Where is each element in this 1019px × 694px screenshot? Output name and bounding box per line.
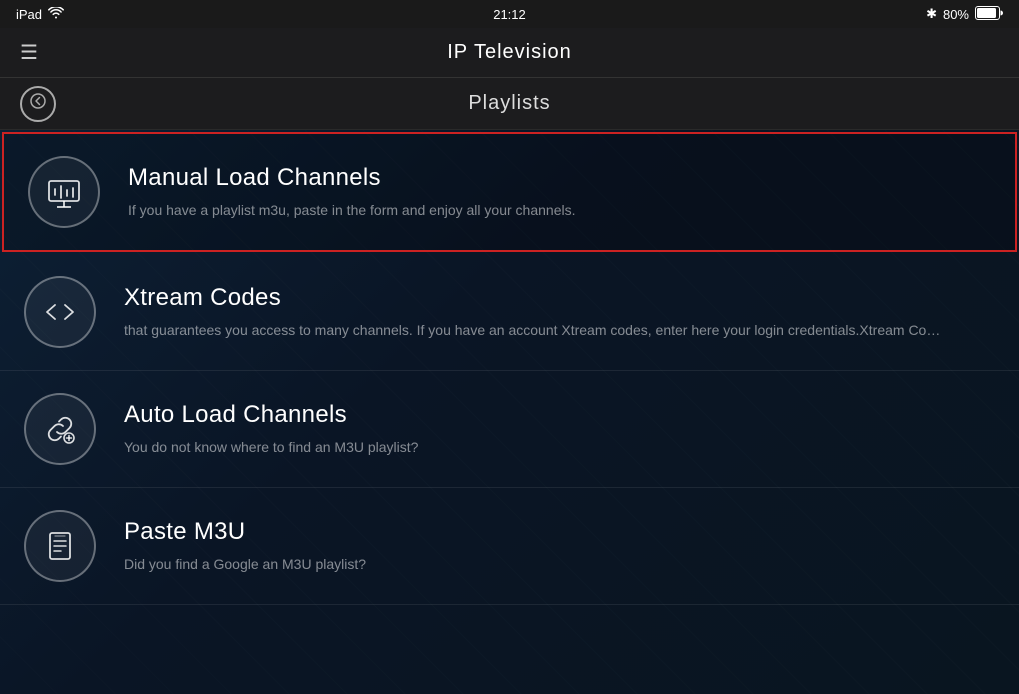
list-item-xtream-codes[interactable]: Xtream Codes that guarantees you access … bbox=[0, 254, 1019, 371]
playlists-title: Playlists bbox=[468, 92, 550, 115]
xtream-codes-title: Xtream Codes bbox=[124, 284, 995, 312]
content-area: Manual Load Channels If you have a playl… bbox=[0, 130, 1019, 694]
menu-icon[interactable]: ☰ bbox=[20, 40, 38, 65]
app-title: IP Television bbox=[447, 41, 572, 64]
battery-icon bbox=[975, 6, 1003, 23]
auto-load-icon-circle bbox=[24, 393, 96, 465]
status-left: iPad bbox=[16, 7, 64, 22]
list-item-paste-m3u[interactable]: Paste M3U Did you find a Google an M3U p… bbox=[0, 488, 1019, 605]
device-label: iPad bbox=[16, 7, 42, 22]
auto-load-title: Auto Load Channels bbox=[124, 401, 995, 429]
status-time: 21:12 bbox=[493, 7, 526, 22]
file-icon bbox=[41, 527, 79, 565]
paste-m3u-text: Paste M3U Did you find a Google an M3U p… bbox=[124, 518, 995, 575]
code-icon bbox=[41, 293, 79, 331]
auto-load-desc: You do not know where to find an M3U pla… bbox=[124, 437, 944, 458]
xtream-codes-icon-circle bbox=[24, 276, 96, 348]
playlists-header: Playlists bbox=[0, 78, 1019, 130]
bluetooth-icon: ✱ bbox=[926, 6, 937, 22]
status-right: ✱ 80% bbox=[926, 6, 1003, 23]
wifi-icon bbox=[48, 7, 64, 22]
paste-m3u-desc: Did you find a Google an M3U playlist? bbox=[124, 554, 944, 575]
link-icon bbox=[41, 410, 79, 448]
back-icon bbox=[30, 93, 46, 114]
auto-load-text: Auto Load Channels You do not know where… bbox=[124, 401, 995, 458]
list-item-manual-load[interactable]: Manual Load Channels If you have a playl… bbox=[2, 132, 1017, 252]
status-bar: iPad 21:12 ✱ 80% bbox=[0, 0, 1019, 28]
manual-load-text: Manual Load Channels If you have a playl… bbox=[128, 164, 991, 221]
back-button[interactable] bbox=[20, 86, 56, 122]
battery-percent: 80% bbox=[943, 7, 969, 22]
manual-load-title: Manual Load Channels bbox=[128, 164, 991, 192]
xtream-codes-desc: that guarantees you access to many chann… bbox=[124, 320, 944, 341]
tv-icon bbox=[45, 173, 83, 211]
paste-m3u-icon-circle bbox=[24, 510, 96, 582]
xtream-codes-text: Xtream Codes that guarantees you access … bbox=[124, 284, 995, 341]
paste-m3u-title: Paste M3U bbox=[124, 518, 995, 546]
manual-load-desc: If you have a playlist m3u, paste in the… bbox=[128, 200, 948, 221]
manual-load-icon-circle bbox=[28, 156, 100, 228]
nav-bar: ☰ IP Television bbox=[0, 28, 1019, 78]
list-item-auto-load[interactable]: Auto Load Channels You do not know where… bbox=[0, 371, 1019, 488]
